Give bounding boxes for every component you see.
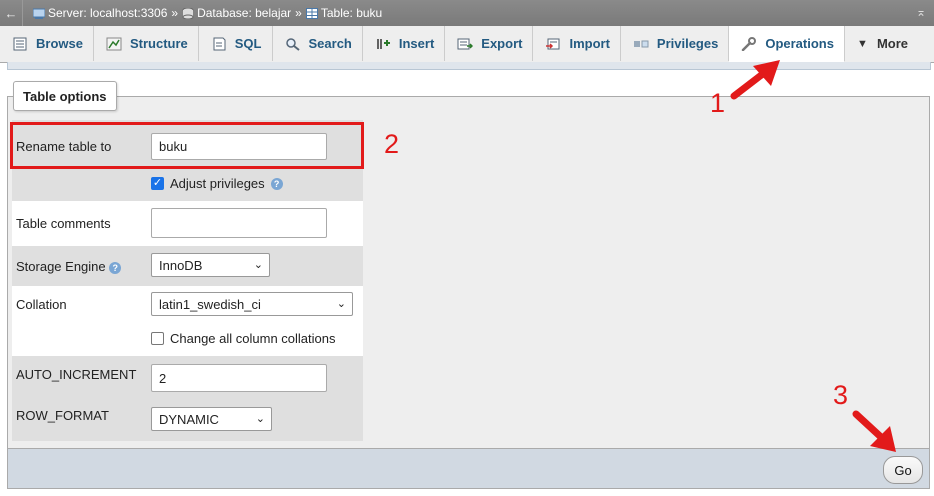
engine-row: Storage Engine ? InnoDB ⌄	[12, 246, 363, 286]
tab-privileges[interactable]: Privileges	[621, 26, 730, 61]
chevron-down-icon: ⌄	[253, 259, 263, 271]
auto-increment-input[interactable]	[151, 364, 327, 392]
tab-insert[interactable]: Insert	[363, 26, 446, 61]
breadcrumb-separator: »	[171, 6, 179, 20]
database-icon	[182, 7, 194, 19]
breadcrumb-bar: ← Server: localhost:3306 » Database: bel…	[0, 0, 934, 26]
adjust-privileges-label: Adjust privileges	[170, 176, 265, 191]
content-top-rim	[7, 62, 931, 70]
tab-import[interactable]: Import	[533, 26, 621, 61]
tab-label: Search	[308, 36, 352, 51]
server-icon	[33, 8, 45, 19]
engine-label-wrap: Storage Engine ?	[16, 259, 122, 274]
form-footer: Go	[7, 448, 930, 489]
storage-engine-select[interactable]: InnoDB ⌄	[151, 253, 270, 277]
tab-label: Export	[481, 36, 523, 51]
tab-label: Insert	[398, 36, 435, 51]
breadcrumb-table[interactable]: Table: buku	[321, 6, 382, 20]
annotation-step-1: 1	[710, 88, 726, 118]
tab-structure[interactable]: Structure	[94, 26, 199, 61]
tab-browse[interactable]: Browse	[0, 26, 94, 61]
collation-select[interactable]: latin1_swedish_ci ⌄	[151, 292, 353, 316]
tab-sql[interactable]: SQL	[199, 26, 273, 61]
collation-value: latin1_swedish_ci	[159, 296, 261, 312]
storage-engine-label: Storage Engine	[16, 259, 106, 274]
back-arrow-icon[interactable]: ←	[0, 0, 23, 26]
wrench-icon	[742, 36, 757, 51]
tab-label: Browse	[36, 36, 83, 51]
adjust-privileges-row: ✓ Adjust privileges ?	[12, 169, 363, 201]
caret-down-icon: ▼	[856, 37, 868, 50]
tab-search[interactable]: Search	[273, 26, 363, 61]
auto-increment-label: AUTO_INCREMENT	[16, 367, 137, 382]
tab-label: Import	[569, 36, 610, 51]
row-format-value: DYNAMIC	[159, 411, 219, 427]
table-icon	[305, 7, 318, 19]
comments-row: Table comments	[12, 201, 363, 246]
annotation-step-3: 3	[833, 380, 849, 410]
change-collations-label: Change all column collations	[170, 331, 336, 346]
breadcrumb-separator: »	[295, 6, 302, 20]
checkbox-checked-icon[interactable]: ✓	[151, 177, 164, 190]
collation-label: Collation	[16, 297, 67, 312]
breadcrumb: Server: localhost:3306 » Database: belaj…	[23, 6, 382, 20]
fieldset-legend: Table options	[13, 81, 117, 111]
change-collations-checkbox[interactable]: Change all column collations	[151, 331, 335, 346]
storage-engine-value: InnoDB	[159, 257, 203, 273]
import-icon	[546, 38, 560, 49]
help-icon[interactable]: ?	[109, 262, 122, 274]
collation-row: Collation latin1_swedish_ci ⌄	[12, 286, 363, 324]
row-format-row: ROW_FORMAT DYNAMIC ⌄	[12, 401, 363, 441]
chevron-down-icon: ⌄	[255, 413, 265, 425]
breadcrumb-database[interactable]: Database: belajar	[197, 6, 291, 20]
help-icon[interactable]: ?	[270, 177, 283, 190]
breadcrumb-server[interactable]: Server: localhost:3306	[48, 6, 167, 20]
tab-more[interactable]: ▼ More	[845, 26, 918, 61]
adjust-privileges-checkbox[interactable]: ✓ Adjust privileges ?	[151, 176, 283, 191]
annotation-step-2: 2	[384, 129, 400, 159]
go-button[interactable]: Go	[883, 456, 923, 484]
annotation-arrow-icon	[852, 410, 896, 452]
comments-label: Table comments	[16, 216, 111, 231]
checkbox-unchecked-icon[interactable]	[151, 332, 164, 345]
table-comments-input[interactable]	[151, 208, 327, 238]
tab-label: Privileges	[656, 36, 719, 51]
tab-label: More	[876, 36, 909, 51]
tab-label: Structure	[129, 36, 188, 51]
privileges-icon	[633, 40, 649, 47]
change-collations-row: Change all column collations	[12, 324, 363, 356]
export-icon	[457, 38, 474, 49]
insert-icon	[377, 38, 390, 49]
browse-icon	[13, 37, 27, 50]
collapse-icon[interactable]: ⌅	[916, 5, 926, 19]
annotation-arrow-icon	[730, 60, 780, 100]
chevron-down-icon: ⌄	[336, 298, 346, 310]
tab-export[interactable]: Export	[445, 26, 534, 61]
structure-icon	[106, 37, 122, 50]
auto-increment-row: AUTO_INCREMENT	[12, 356, 363, 401]
row-format-label: ROW_FORMAT	[16, 408, 109, 423]
search-icon	[285, 37, 300, 51]
row-format-select[interactable]: DYNAMIC ⌄	[151, 407, 272, 431]
tab-bar: Browse Structure SQL Search Insert Expor…	[0, 26, 934, 63]
tab-label: Operations	[765, 36, 834, 51]
annotation-highlight-box	[10, 122, 364, 169]
tab-label: SQL	[234, 36, 262, 51]
sql-icon	[213, 37, 226, 50]
